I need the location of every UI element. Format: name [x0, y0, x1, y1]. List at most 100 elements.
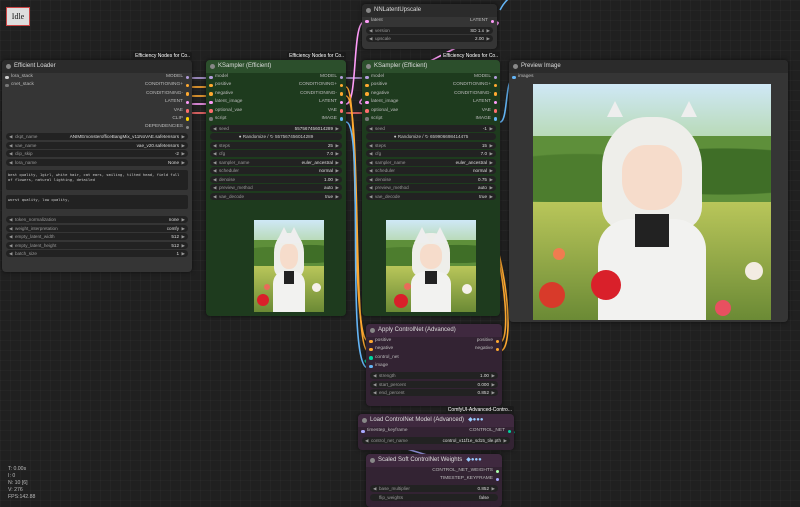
port-row[interactable]: DEPENDENCIES	[2, 123, 192, 131]
ckpt-name-widget[interactable]: ◀ ckpt_name ANIMEmonsterofficeBangMix_v11N…	[6, 133, 188, 141]
sampler-name-widget[interactable]: ◀ sampler_name euler_ancestral ▶	[210, 158, 342, 166]
stat-fps: FPS:142.88	[8, 494, 36, 500]
start-percent-widget[interactable]: ◀ start_percent 0.000 ▶	[370, 380, 498, 388]
stat-nodes: N: 10 [6]	[8, 480, 28, 486]
port-row[interactable]: optional_vae VAE	[206, 107, 346, 115]
batch-size-widget[interactable]: ◀ batch_size 1 ▶	[6, 250, 188, 258]
sampler-preview-image	[254, 220, 324, 312]
node-title[interactable]: Load ControlNet Model (Advanced) ◆●●●	[358, 414, 514, 427]
node-source-badge: Efficiency Nodes for Co..	[441, 52, 500, 60]
port-row[interactable]: negative CONDITIONING-	[362, 90, 500, 98]
port-row[interactable]: CLIP	[2, 115, 192, 123]
port-row[interactable]: TIMESTEP_KEYFRAME	[366, 475, 502, 483]
efficient-loader-node[interactable]: Efficiency Nodes for Co.. Efficient Load…	[2, 52, 192, 272]
output-image	[533, 84, 771, 320]
collapse-dot-icon[interactable]	[362, 418, 367, 423]
scheduler-widget[interactable]: ◀ scheduler normal ▶	[210, 167, 342, 175]
collapse-dot-icon[interactable]	[366, 64, 371, 69]
scheduler-widget[interactable]: ◀ scheduler normal ▶	[366, 167, 496, 175]
seed-widget[interactable]: ◀ seed -1 ▶	[366, 124, 496, 132]
load-controlnet-node[interactable]: ComfyUI-Advanced-Contro... Load ControlN…	[358, 406, 514, 450]
token-normalization-widget[interactable]: ◀ token_normalization none ▶	[6, 216, 188, 224]
preview-method-widget[interactable]: ◀ preview_method auto ▶	[366, 184, 496, 192]
strength-widget[interactable]: ◀ strength 1.00 ▶	[370, 372, 498, 380]
node-title[interactable]: KSampler (Efficient)	[362, 60, 500, 73]
randomize-button[interactable]: ● Randomize / ↻ 659906698414475	[366, 133, 496, 141]
port-row[interactable]: CONTROL_NET_WEIGHTS	[366, 467, 502, 475]
preview-method-widget[interactable]: ◀ preview_method auto ▶	[210, 184, 342, 192]
port-row[interactable]: control_net	[366, 354, 502, 362]
node-title[interactable]: Efficient Loader	[2, 60, 192, 73]
ksampler-node-2[interactable]: Efficiency Nodes for Co.. KSampler (Effi…	[362, 52, 500, 316]
denoise-widget[interactable]: ◀ denoise 0.75 ▶	[366, 175, 496, 183]
nn-latent-upscale-node[interactable]: NNLatentUpscale latent LATENT ◀ version SD …	[362, 4, 497, 49]
empty-latent-width-widget[interactable]: ◀ empty_latent_width 512 ▶	[6, 233, 188, 241]
node-source-badge: Efficiency Nodes for Co..	[287, 52, 346, 60]
port-row[interactable]: VAE	[2, 107, 192, 115]
negative-prompt-textarea[interactable]: worst quality, low quality,	[6, 194, 188, 209]
weight-interpretation-widget[interactable]: ◀ weight_interpretation comfy ▶	[6, 224, 188, 232]
steps-widget[interactable]: ◀ steps 25 ▶	[210, 141, 342, 149]
end-percent-widget[interactable]: ◀ end_percent 0.852 ▶	[370, 389, 498, 397]
port-row[interactable]: model MODEL	[206, 73, 346, 81]
port-row[interactable]: model MODEL	[362, 73, 500, 81]
scaled-soft-weights-node[interactable]: Scaled Soft ControlNet Weights ◆●●● CONTR…	[366, 454, 502, 507]
port-row[interactable]: cnet_stack CONDITIONING+	[2, 81, 192, 89]
vae-name-widget[interactable]: ◀ vae_name vae_v20.safetensors ▶	[6, 141, 188, 149]
preview-image-node[interactable]: Preview Image images	[509, 60, 788, 322]
denoise-widget[interactable]: ◀ denoise 1.00 ▶	[210, 175, 342, 183]
positive-prompt-textarea[interactable]: best quality, 1girl, white hair, cat ear…	[6, 169, 188, 190]
base-multiplier-widget[interactable]: ◀ base_multiplier 0.852 ▶	[370, 485, 498, 493]
collapse-dot-icon[interactable]	[366, 8, 371, 13]
performance-stats: T: 0.00s I: 0 N: 10 [6] V: 276 FPS:142.8…	[8, 466, 35, 501]
node-source-badge: Efficiency Nodes for Co..	[133, 52, 192, 60]
stat-v: V: 276	[8, 487, 23, 493]
port-row[interactable]: positive CONDITIONING+	[362, 81, 500, 89]
version-widget[interactable]: ◀ version SD 1.x ▶	[366, 26, 493, 34]
node-status-icons: ◆●●●	[466, 457, 482, 463]
port-row[interactable]: positive CONDITIONING+	[206, 81, 346, 89]
sampler-name-widget[interactable]: ◀ sampler_name euler_ancestral ▶	[366, 158, 496, 166]
port-row[interactable]: optional_vae VAE	[362, 107, 500, 115]
node-title[interactable]: Apply ControlNet (Advanced)	[366, 324, 502, 337]
vae-decode-widget[interactable]: ◀ vae_decode true ▶	[210, 192, 342, 200]
wire-top	[499, 0, 509, 11]
port-row[interactable]: latent_image LATENT	[206, 98, 346, 106]
port-row[interactable]: latent_image LATENT	[362, 98, 500, 106]
collapse-dot-icon[interactable]	[370, 328, 375, 333]
apply-controlnet-node[interactable]: Apply ControlNet (Advanced) positive posi…	[366, 324, 502, 406]
clip-skip-widget[interactable]: ◀ clip_skip -2 ▶	[6, 150, 188, 158]
collapse-dot-icon[interactable]	[513, 64, 518, 69]
seed-widget[interactable]: ◀ seed 557567456014289 ▶	[210, 124, 342, 132]
node-title[interactable]: KSampler (Efficient)	[206, 60, 346, 73]
ksampler-node-1[interactable]: Efficiency Nodes for Co.. KSampler (Effi…	[206, 52, 346, 316]
port-row[interactable]: script IMAGE	[362, 115, 500, 123]
node-title[interactable]: Scaled Soft ControlNet Weights ◆●●●	[366, 454, 502, 467]
randomize-button[interactable]: ● Randomize / ↻ 557567456014289	[210, 133, 342, 141]
node-title[interactable]: Preview Image	[509, 60, 788, 73]
controlnet-name-widget[interactable]: ◀ control_net_name control_v11f1e_sd15_til…	[362, 436, 510, 444]
lora-name-widget[interactable]: ◀ lora_name None ▶	[6, 158, 188, 166]
port-row[interactable]: negative negative	[366, 345, 502, 353]
steps-widget[interactable]: ◀ steps 15 ▶	[366, 141, 496, 149]
cfg-widget[interactable]: ◀ cfg 7.0 ▶	[210, 150, 342, 158]
flip-weights-widget[interactable]: flip_weights false	[370, 493, 498, 501]
vae-decode-widget[interactable]: ◀ vae_decode true ▶	[366, 192, 496, 200]
node-title[interactable]: NNLatentUpscale	[362, 4, 497, 17]
collapse-dot-icon[interactable]	[370, 458, 375, 463]
port-row[interactable]: negative CONDITIONING-	[206, 90, 346, 98]
port-row[interactable]: lora_stack MODEL	[2, 73, 192, 81]
upscale-widget[interactable]: ◀ upscale 2.00 ▶	[366, 35, 493, 43]
port-row[interactable]: latent LATENT	[362, 17, 497, 25]
empty-latent-height-widget[interactable]: ◀ empty_latent_height 512 ▶	[6, 241, 188, 249]
port-row[interactable]: script IMAGE	[206, 115, 346, 123]
cfg-widget[interactable]: ◀ cfg 7.0 ▶	[366, 150, 496, 158]
collapse-dot-icon[interactable]	[6, 64, 11, 69]
port-row[interactable]: positive positive	[366, 337, 502, 345]
port-row[interactable]: timestep_keyframe CONTROL_NET	[358, 427, 514, 435]
port-row[interactable]: LATENT	[2, 98, 192, 106]
port-row[interactable]: CONDITIONING-	[2, 90, 192, 98]
collapse-dot-icon[interactable]	[210, 64, 215, 69]
port-row[interactable]: image	[366, 362, 502, 370]
port-row[interactable]: images	[509, 73, 788, 81]
